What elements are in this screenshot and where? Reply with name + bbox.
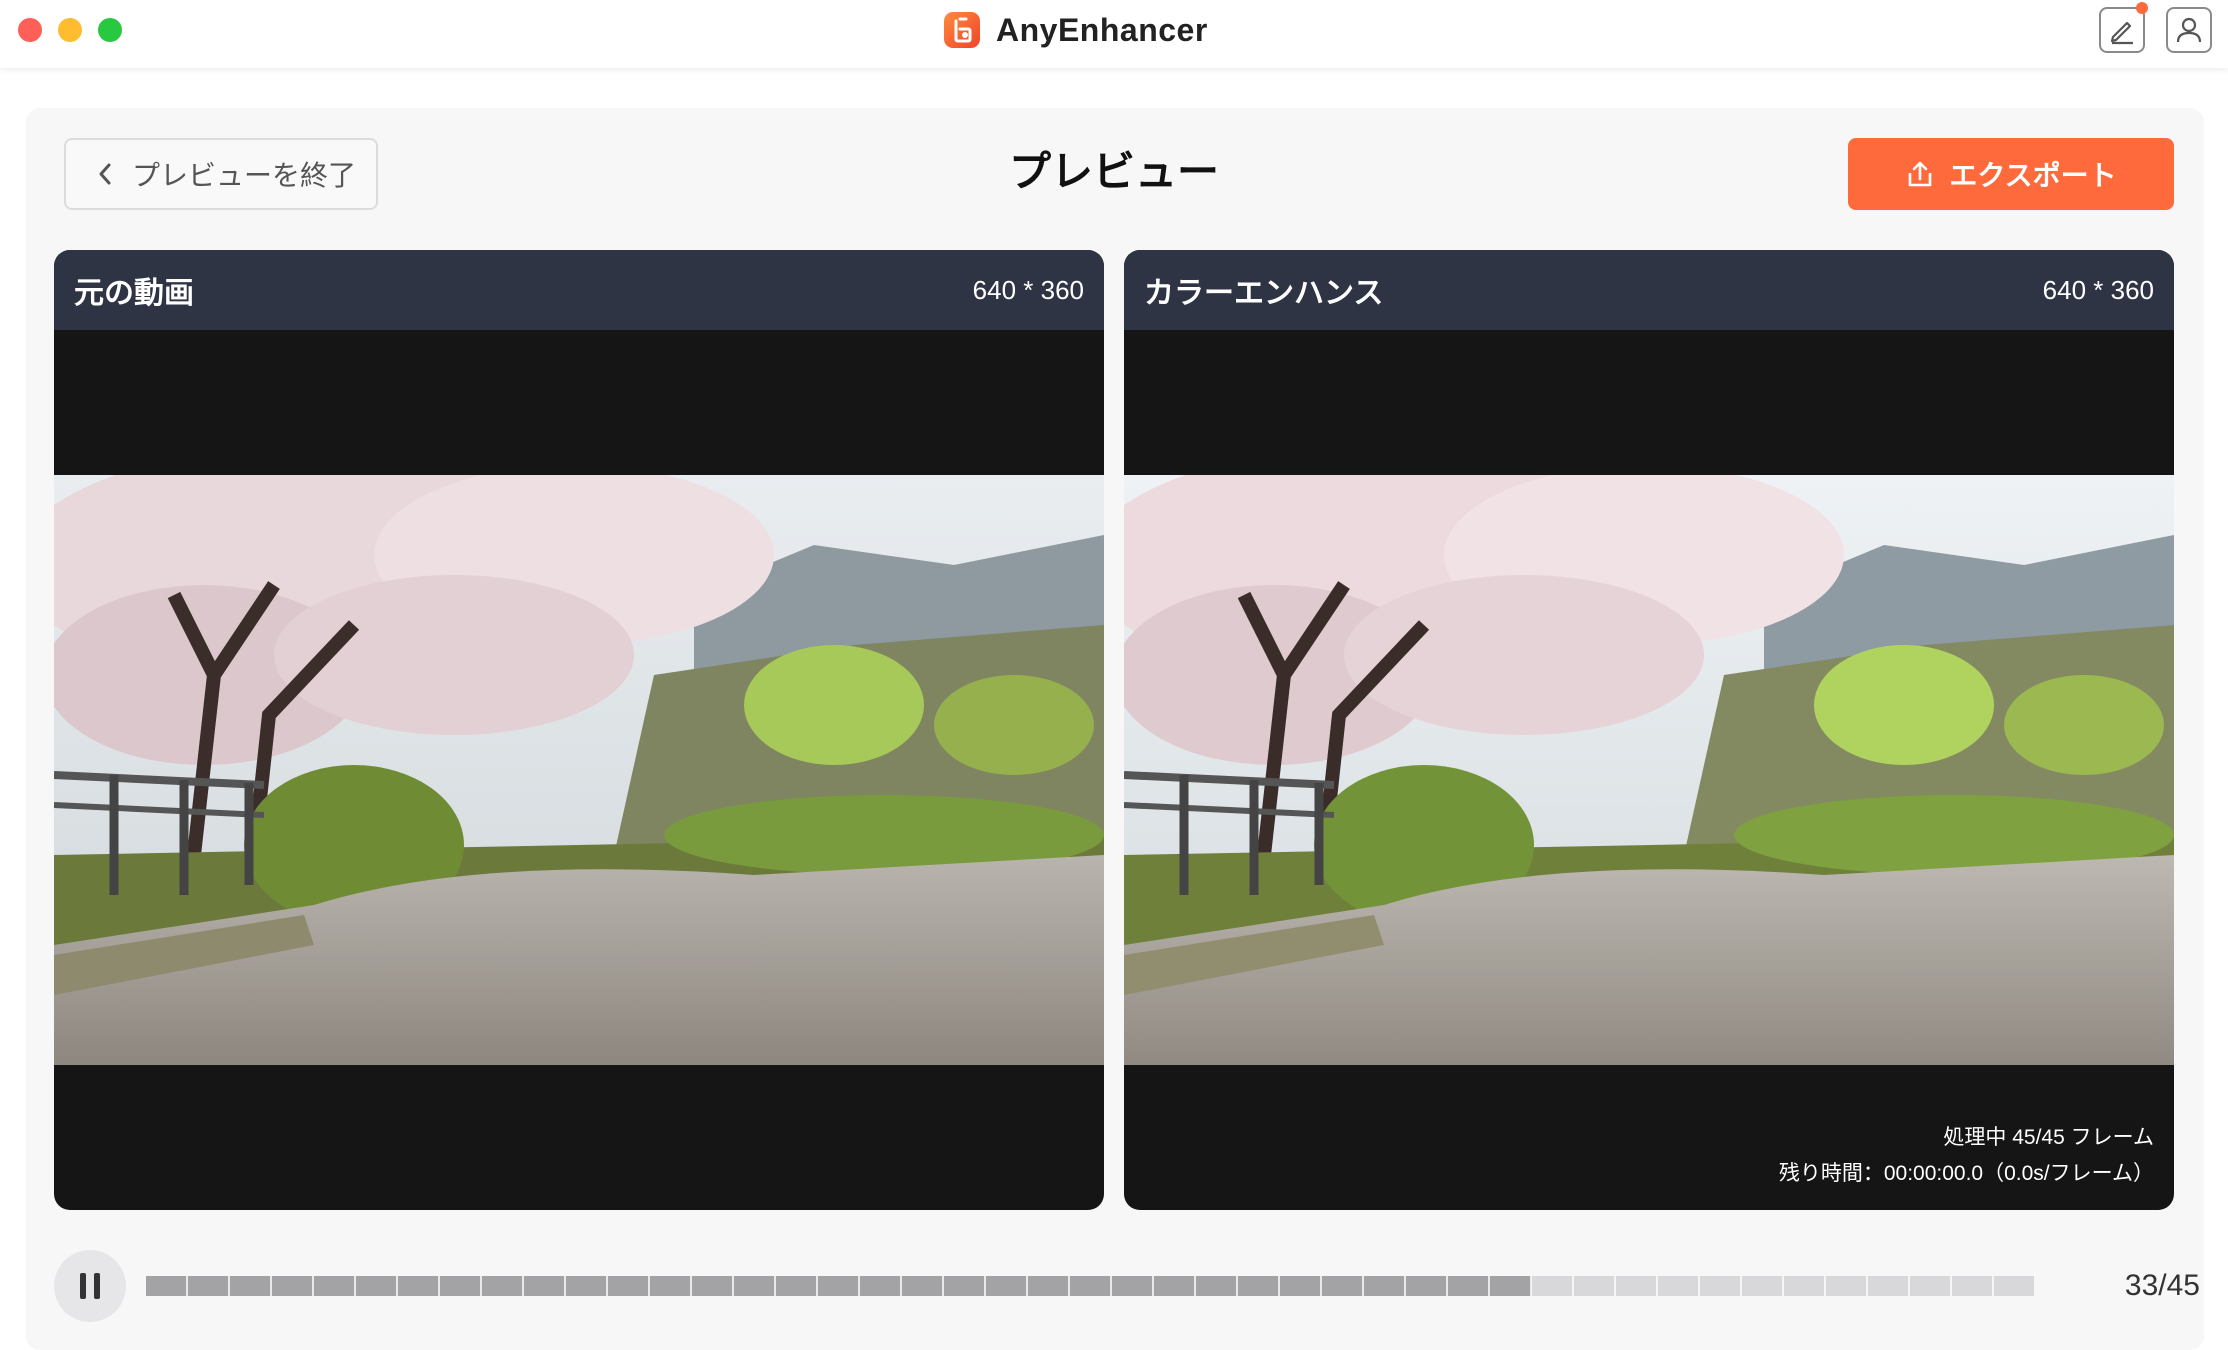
original-video-card: 元の動画 640 * 360 bbox=[54, 250, 1104, 1210]
original-video-header: 元の動画 640 * 360 bbox=[54, 250, 1104, 330]
export-button[interactable]: エクスポート bbox=[1848, 138, 2174, 210]
enhanced-video-frame[interactable] bbox=[1124, 475, 2174, 1065]
enhanced-video-resolution: 640 * 360 bbox=[2042, 274, 2154, 305]
pause-icon bbox=[80, 1273, 86, 1299]
enhanced-video-title: カラーエンハンス bbox=[1144, 277, 1384, 310]
original-video-title: 元の動画 bbox=[74, 277, 194, 310]
app-name: AnyEnhancer bbox=[996, 11, 1208, 48]
remaining-time-text: 残り時間：00:00:00.0（0.0s/フレーム） bbox=[1778, 1162, 2154, 1185]
app-logo-icon bbox=[944, 12, 980, 48]
title-bar: AnyEnhancer bbox=[0, 0, 2228, 68]
frame-timeline[interactable] bbox=[146, 1276, 2034, 1296]
window-minimize-button[interactable] bbox=[58, 18, 82, 42]
pause-button[interactable] bbox=[54, 1250, 126, 1322]
export-icon bbox=[1909, 161, 1932, 187]
enhanced-video-header: カラーエンハンス 640 * 360 bbox=[1124, 250, 2174, 330]
window-close-button[interactable] bbox=[18, 18, 42, 42]
edit-icon[interactable] bbox=[2099, 7, 2145, 53]
notification-dot bbox=[2136, 2, 2148, 14]
export-label: エクスポート bbox=[1949, 160, 2117, 191]
app-title: AnyEnhancer bbox=[944, 10, 1208, 50]
enhanced-video-card: カラーエンハンス 640 * 360 処理中 45/45 フレーム 残り時間：0… bbox=[1124, 250, 2174, 1210]
processing-frames-text: 処理中 45/45 フレーム bbox=[1943, 1126, 2154, 1149]
window-maximize-button[interactable] bbox=[98, 18, 122, 42]
processing-status: 処理中 45/45 フレーム 残り時間：00:00:00.0（0.0s/フレーム… bbox=[1779, 1120, 2154, 1192]
user-icon[interactable] bbox=[2166, 7, 2212, 53]
original-video-resolution: 640 * 360 bbox=[972, 274, 1084, 305]
frame-counter: 33/45 bbox=[2124, 1269, 2200, 1302]
timeline-ticks bbox=[146, 1276, 2034, 1296]
original-video-frame[interactable] bbox=[54, 475, 1104, 1065]
